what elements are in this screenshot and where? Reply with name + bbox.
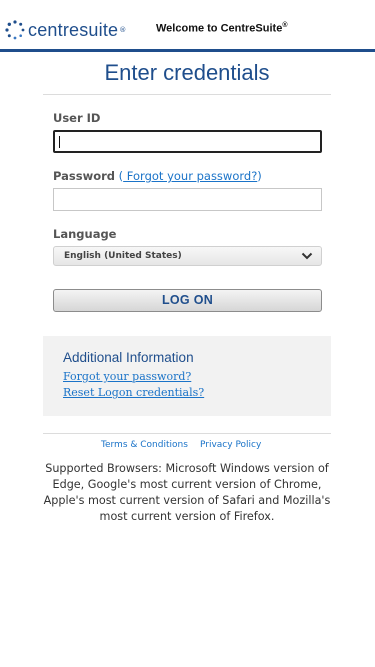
additional-info-panel: Additional Information Forgot your passw… <box>43 336 331 416</box>
language-select[interactable]: English (United States) <box>53 246 322 266</box>
password-input[interactable] <box>53 188 322 211</box>
logo-text-light: suite <box>79 19 119 40</box>
terms-conditions-link[interactable]: Terms & Conditions <box>101 440 188 450</box>
welcome-label: Welcome to CentreSuite <box>156 22 283 35</box>
title-divider <box>43 94 331 95</box>
reset-logon-credentials-link[interactable]: Reset Logon credentials? <box>63 386 204 399</box>
paren-close: ) <box>257 169 262 183</box>
dotted-circle-logo-icon <box>5 20 25 40</box>
user-id-input[interactable] <box>53 130 322 153</box>
text-cursor <box>59 136 60 148</box>
password-label: Password <box>53 169 115 183</box>
welcome-registered-mark: ® <box>282 22 288 29</box>
chevron-down-icon <box>301 252 313 260</box>
language-label: Language <box>53 227 117 241</box>
forgot-password-info-link[interactable]: Forgot your password? <box>63 370 191 383</box>
password-label-row: Password ( Forgot your password?) <box>53 169 262 183</box>
additional-info-title: Additional Information <box>63 350 194 365</box>
privacy-policy-link[interactable]: Privacy Policy <box>200 440 261 450</box>
logo-text-bold: centre <box>28 19 80 40</box>
welcome-text: Welcome to CentreSuite® <box>156 22 288 35</box>
app-header: centresuite ® Welcome to CentreSuite® <box>0 0 375 52</box>
supported-browsers-text: Supported Browsers: Microsoft Windows ve… <box>43 462 331 523</box>
footer-divider <box>43 433 331 434</box>
page-title: Enter credentials <box>104 60 270 85</box>
forgot-password-link[interactable]: Forgot your password? <box>123 169 258 183</box>
centresuite-logo[interactable]: centresuite ® <box>4 18 126 42</box>
log-on-button[interactable]: LOG ON <box>53 289 322 312</box>
logo-trademark: ® <box>119 26 127 34</box>
paren-open: ( <box>115 169 124 183</box>
language-selected-value: English (United States) <box>64 251 182 261</box>
logo-wordmark: centresuite <box>28 20 118 41</box>
user-id-label: User ID <box>53 111 101 125</box>
